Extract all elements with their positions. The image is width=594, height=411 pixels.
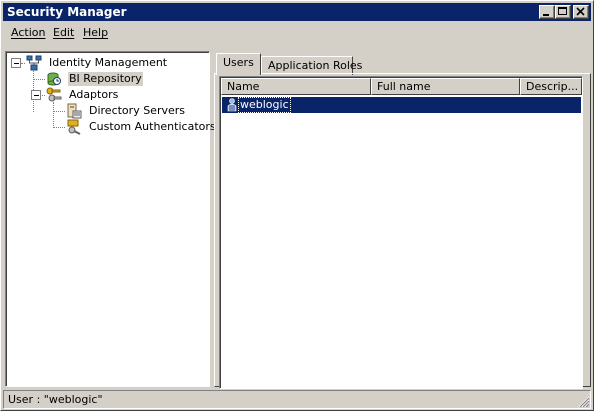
maximize-button[interactable] (555, 5, 571, 19)
tree-connector (53, 102, 54, 128)
menu-help[interactable]: Help (83, 26, 108, 39)
network-icon (26, 55, 42, 71)
users-tab-panel: Name Full name Descrip... weblogic (214, 73, 591, 389)
tree-item-custom-authenticators[interactable]: Custom Authenticators (88, 120, 217, 134)
column-header-full-name[interactable]: Full name (371, 78, 520, 95)
repository-icon (47, 72, 61, 86)
directory-icon (67, 103, 82, 119)
menu-action[interactable]: Action (11, 26, 45, 39)
user-icon (227, 98, 237, 112)
minimize-icon (543, 14, 549, 16)
tree-item-bi-repository[interactable]: BI Repository (68, 72, 143, 86)
collapse-identity-management[interactable] (11, 58, 21, 68)
title-bar[interactable]: Security Manager (3, 3, 591, 21)
tree-connector (53, 127, 65, 128)
users-list[interactable]: Name Full name Descrip... weblogic (219, 76, 583, 389)
tree-connector (53, 111, 65, 112)
navigation-tree[interactable]: Identity Management BI Repository Adapto… (5, 51, 216, 387)
tree-item-directory-servers[interactable]: Directory Servers (88, 104, 186, 118)
table-row[interactable]: weblogic (222, 97, 581, 113)
menu-bar: Action Edit Help (3, 23, 591, 43)
tree-item-adaptors[interactable]: Adaptors (68, 88, 119, 102)
close-button[interactable] (573, 5, 589, 19)
tree-item-identity-management[interactable]: Identity Management (48, 56, 168, 70)
close-icon (576, 7, 585, 16)
column-header-name[interactable]: Name (221, 78, 371, 95)
security-manager-window: Security Manager Action Edit Help Identi… (0, 0, 594, 411)
maximize-icon (558, 7, 567, 15)
collapse-adaptors[interactable] (31, 90, 41, 100)
menu-edit[interactable]: Edit (53, 26, 74, 39)
status-text: User : "weblogic" (8, 393, 103, 406)
minimize-button[interactable] (539, 5, 555, 19)
key-icon (67, 119, 81, 135)
status-bar: User : "weblogic" (3, 390, 591, 409)
window-title: Security Manager (7, 5, 127, 19)
tab-users[interactable]: Users (216, 53, 261, 75)
resize-grip-icon[interactable] (578, 396, 590, 408)
details-pane: Application Roles Name Full name Descrip… (213, 51, 591, 389)
tree-connector (33, 79, 45, 80)
keys-icon (46, 87, 62, 102)
user-name-cell: weblogic (238, 97, 291, 113)
column-header-description[interactable]: Descrip... (520, 78, 582, 95)
tree-connector (21, 63, 25, 64)
